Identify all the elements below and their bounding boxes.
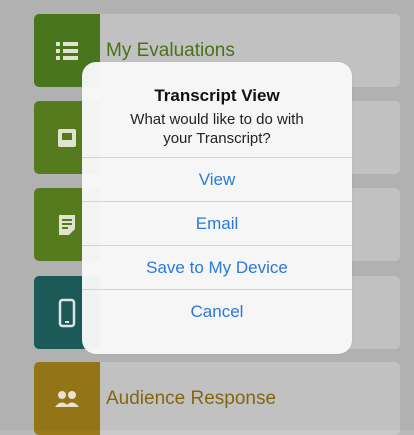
view-button[interactable]: View: [82, 157, 352, 201]
email-button[interactable]: Email: [82, 201, 352, 245]
transcript-view-dialog: Transcript View What would like to do wi…: [82, 62, 352, 354]
dialog-title: Transcript View: [154, 86, 280, 105]
cancel-button[interactable]: Cancel: [82, 289, 352, 333]
save-to-device-button[interactable]: Save to My Device: [82, 245, 352, 289]
dialog-message: What would like to do with your Transcri…: [130, 111, 304, 147]
dialog-header: Transcript View What would like to do wi…: [82, 62, 352, 157]
